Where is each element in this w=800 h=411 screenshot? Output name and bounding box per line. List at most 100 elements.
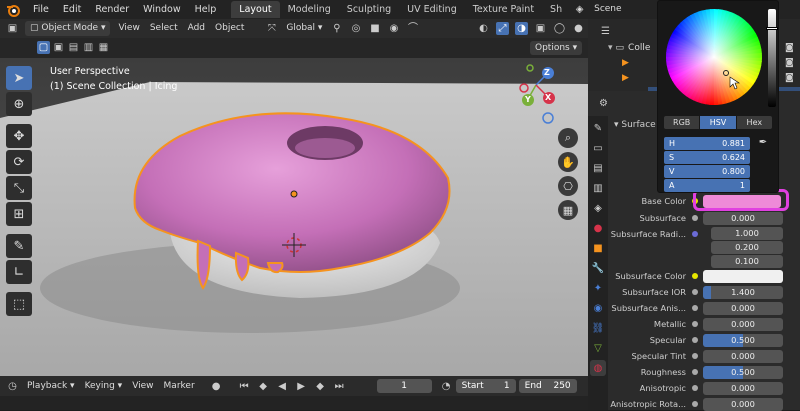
tab-hsv[interactable]: HSV	[700, 116, 736, 129]
socket-dot[interactable]	[692, 321, 698, 327]
select-intersect-icon[interactable]: ▦	[97, 41, 110, 54]
workspace-tab-uv-editing[interactable]: UV Editing	[399, 1, 465, 18]
render-visibility-icon[interactable]: ◙	[785, 73, 794, 83]
eyedropper-icon[interactable]: ✒	[756, 137, 770, 150]
menu-add[interactable]: Add	[183, 21, 210, 36]
falloff-icon[interactable]: ⌒	[406, 22, 419, 35]
pivot-icon[interactable]: ⚲	[330, 22, 343, 35]
shading-wireframe-icon[interactable]: ◯	[553, 22, 566, 35]
add-cube-icon[interactable]: ⬚	[6, 292, 32, 316]
value-slider-field[interactable]: 0.500	[703, 333, 783, 347]
menu-edit[interactable]: Edit	[56, 0, 88, 19]
record-icon[interactable]: ●	[210, 380, 223, 393]
scale-icon[interactable]: ⤡	[6, 176, 32, 200]
socket-dot[interactable]	[692, 305, 698, 311]
select-box-icon[interactable]: ➤	[6, 66, 32, 90]
measure-icon[interactable]: ∟	[6, 260, 32, 284]
value-slider-field[interactable]: 1.400	[703, 285, 783, 299]
outliner-item-collection[interactable]: ▾ ▭ Colle	[608, 43, 650, 53]
transform-icon[interactable]: ⊞	[6, 202, 32, 226]
menu-view[interactable]: View	[113, 21, 144, 36]
next-keyframe-icon[interactable]: ◆	[314, 380, 327, 393]
render-tab-icon[interactable]: ▭	[590, 140, 606, 156]
output-tab-icon[interactable]: ▤	[590, 160, 606, 176]
select-new-icon[interactable]: ▢	[37, 41, 50, 54]
value-slider[interactable]	[768, 9, 776, 107]
camera-icon[interactable]: ⎔	[558, 176, 578, 196]
jump-start-icon[interactable]: ⏮	[238, 380, 251, 393]
menu-window[interactable]: Window	[136, 0, 187, 19]
vector-component-field[interactable]: 0.100	[711, 254, 783, 268]
visibility-icon[interactable]: ◐	[477, 22, 490, 35]
value-slider-field[interactable]: 0.500	[703, 365, 783, 379]
current-frame-field[interactable]: 1	[376, 379, 432, 393]
socket-dot[interactable]	[692, 385, 698, 391]
value-slider-field[interactable]: 0.000	[703, 317, 783, 331]
tool-tab-icon[interactable]: ✎	[590, 120, 606, 136]
mode-dropdown[interactable]: ▢ Object Mode ▾	[25, 21, 111, 36]
select-extend-icon[interactable]: ▣	[52, 41, 65, 54]
socket-dot[interactable]	[692, 231, 698, 237]
value-slider-field[interactable]: 0.000	[703, 349, 783, 363]
value-slider-field[interactable]: 0.000	[703, 211, 783, 225]
socket-dot[interactable]	[692, 337, 698, 343]
select-invert-icon[interactable]: ▥	[82, 41, 95, 54]
snap-target-icon[interactable]: ■	[368, 22, 381, 35]
data-tab-icon[interactable]: ▽	[590, 340, 606, 356]
socket-dot[interactable]	[692, 353, 698, 359]
workspace-tab-sculpting[interactable]: Sculpting	[339, 1, 399, 18]
value-slider-handle[interactable]	[766, 27, 778, 30]
workspace-tab-layout[interactable]: Layout	[231, 1, 280, 18]
select-subtract-icon[interactable]: ▤	[67, 41, 80, 54]
hsva-field[interactable]: S 0.624	[664, 151, 750, 164]
xray-icon[interactable]: ▣	[534, 22, 547, 35]
view-layer-tab-icon[interactable]: ▥	[590, 180, 606, 196]
material-tab-icon[interactable]: ◍	[590, 360, 606, 376]
pan-hand-icon[interactable]: ✋	[558, 152, 578, 172]
particles-tab-icon[interactable]: ✦	[590, 280, 606, 296]
menu-help[interactable]: Help	[188, 0, 224, 19]
modifier-tab-icon[interactable]: 🔧	[590, 260, 606, 276]
socket-dot[interactable]	[692, 289, 698, 295]
socket-dot[interactable]	[692, 273, 698, 279]
zoom-icon[interactable]: ⌕	[558, 128, 578, 148]
hsva-field[interactable]: A1	[664, 179, 750, 192]
menu-marker[interactable]: Marker	[159, 379, 200, 394]
physics-tab-icon[interactable]: ◉	[590, 300, 606, 316]
surface-panel-header[interactable]: ▾ Surface	[614, 120, 656, 130]
gizmo-icon[interactable]: ⤢	[496, 22, 509, 35]
workspace-tab-modeling[interactable]: Modeling	[280, 1, 339, 18]
menu-object[interactable]: Object	[210, 21, 249, 36]
render-visibility-icon[interactable]: ◙	[785, 58, 794, 68]
outliner-editor-icon[interactable]: ☰	[599, 25, 612, 38]
editor-type-icon[interactable]: ▣	[6, 22, 19, 35]
object-tab-icon[interactable]: ■	[590, 240, 606, 256]
grid-icon[interactable]: ▦	[558, 200, 578, 220]
cursor-icon[interactable]: ⊕	[6, 92, 32, 116]
rotate-icon[interactable]: ⟳	[6, 150, 32, 174]
orientation-dropdown[interactable]: Global ▾	[281, 21, 327, 36]
menu-playback[interactable]: Playback ▾	[22, 379, 80, 394]
vector-component-field[interactable]: 1.000	[711, 226, 783, 240]
world-tab-icon[interactable]: ●	[590, 220, 606, 236]
socket-dot[interactable]	[692, 215, 698, 221]
3d-viewport[interactable]: User Perspective (1) Scene Collection | …	[0, 58, 588, 376]
value-slider-field[interactable]: 0.000	[703, 381, 783, 395]
menu-select[interactable]: Select	[145, 21, 183, 36]
object-icon[interactable]: ▶	[622, 73, 629, 83]
clock-icon[interactable]: ◔	[440, 380, 453, 393]
vector-component-field[interactable]: 0.200	[711, 240, 783, 254]
shading-solid-icon[interactable]: ●	[572, 22, 585, 35]
menu-file[interactable]: File	[26, 0, 56, 19]
color-swatch[interactable]	[703, 269, 783, 283]
color-wheel[interactable]	[664, 7, 764, 107]
prev-keyframe-icon[interactable]: ◆	[257, 380, 270, 393]
menu-render[interactable]: Render	[88, 0, 136, 19]
menu-keying[interactable]: Keying ▾	[80, 379, 128, 394]
play-reverse-icon[interactable]: ◀	[276, 380, 289, 393]
tab-rgb[interactable]: RGB	[664, 116, 700, 129]
snap-icon[interactable]: ◎	[349, 22, 362, 35]
menu-timeline-view[interactable]: View	[127, 379, 158, 394]
value-slider-field[interactable]: 0.000	[703, 397, 783, 411]
move-icon[interactable]: ✥	[6, 124, 32, 148]
